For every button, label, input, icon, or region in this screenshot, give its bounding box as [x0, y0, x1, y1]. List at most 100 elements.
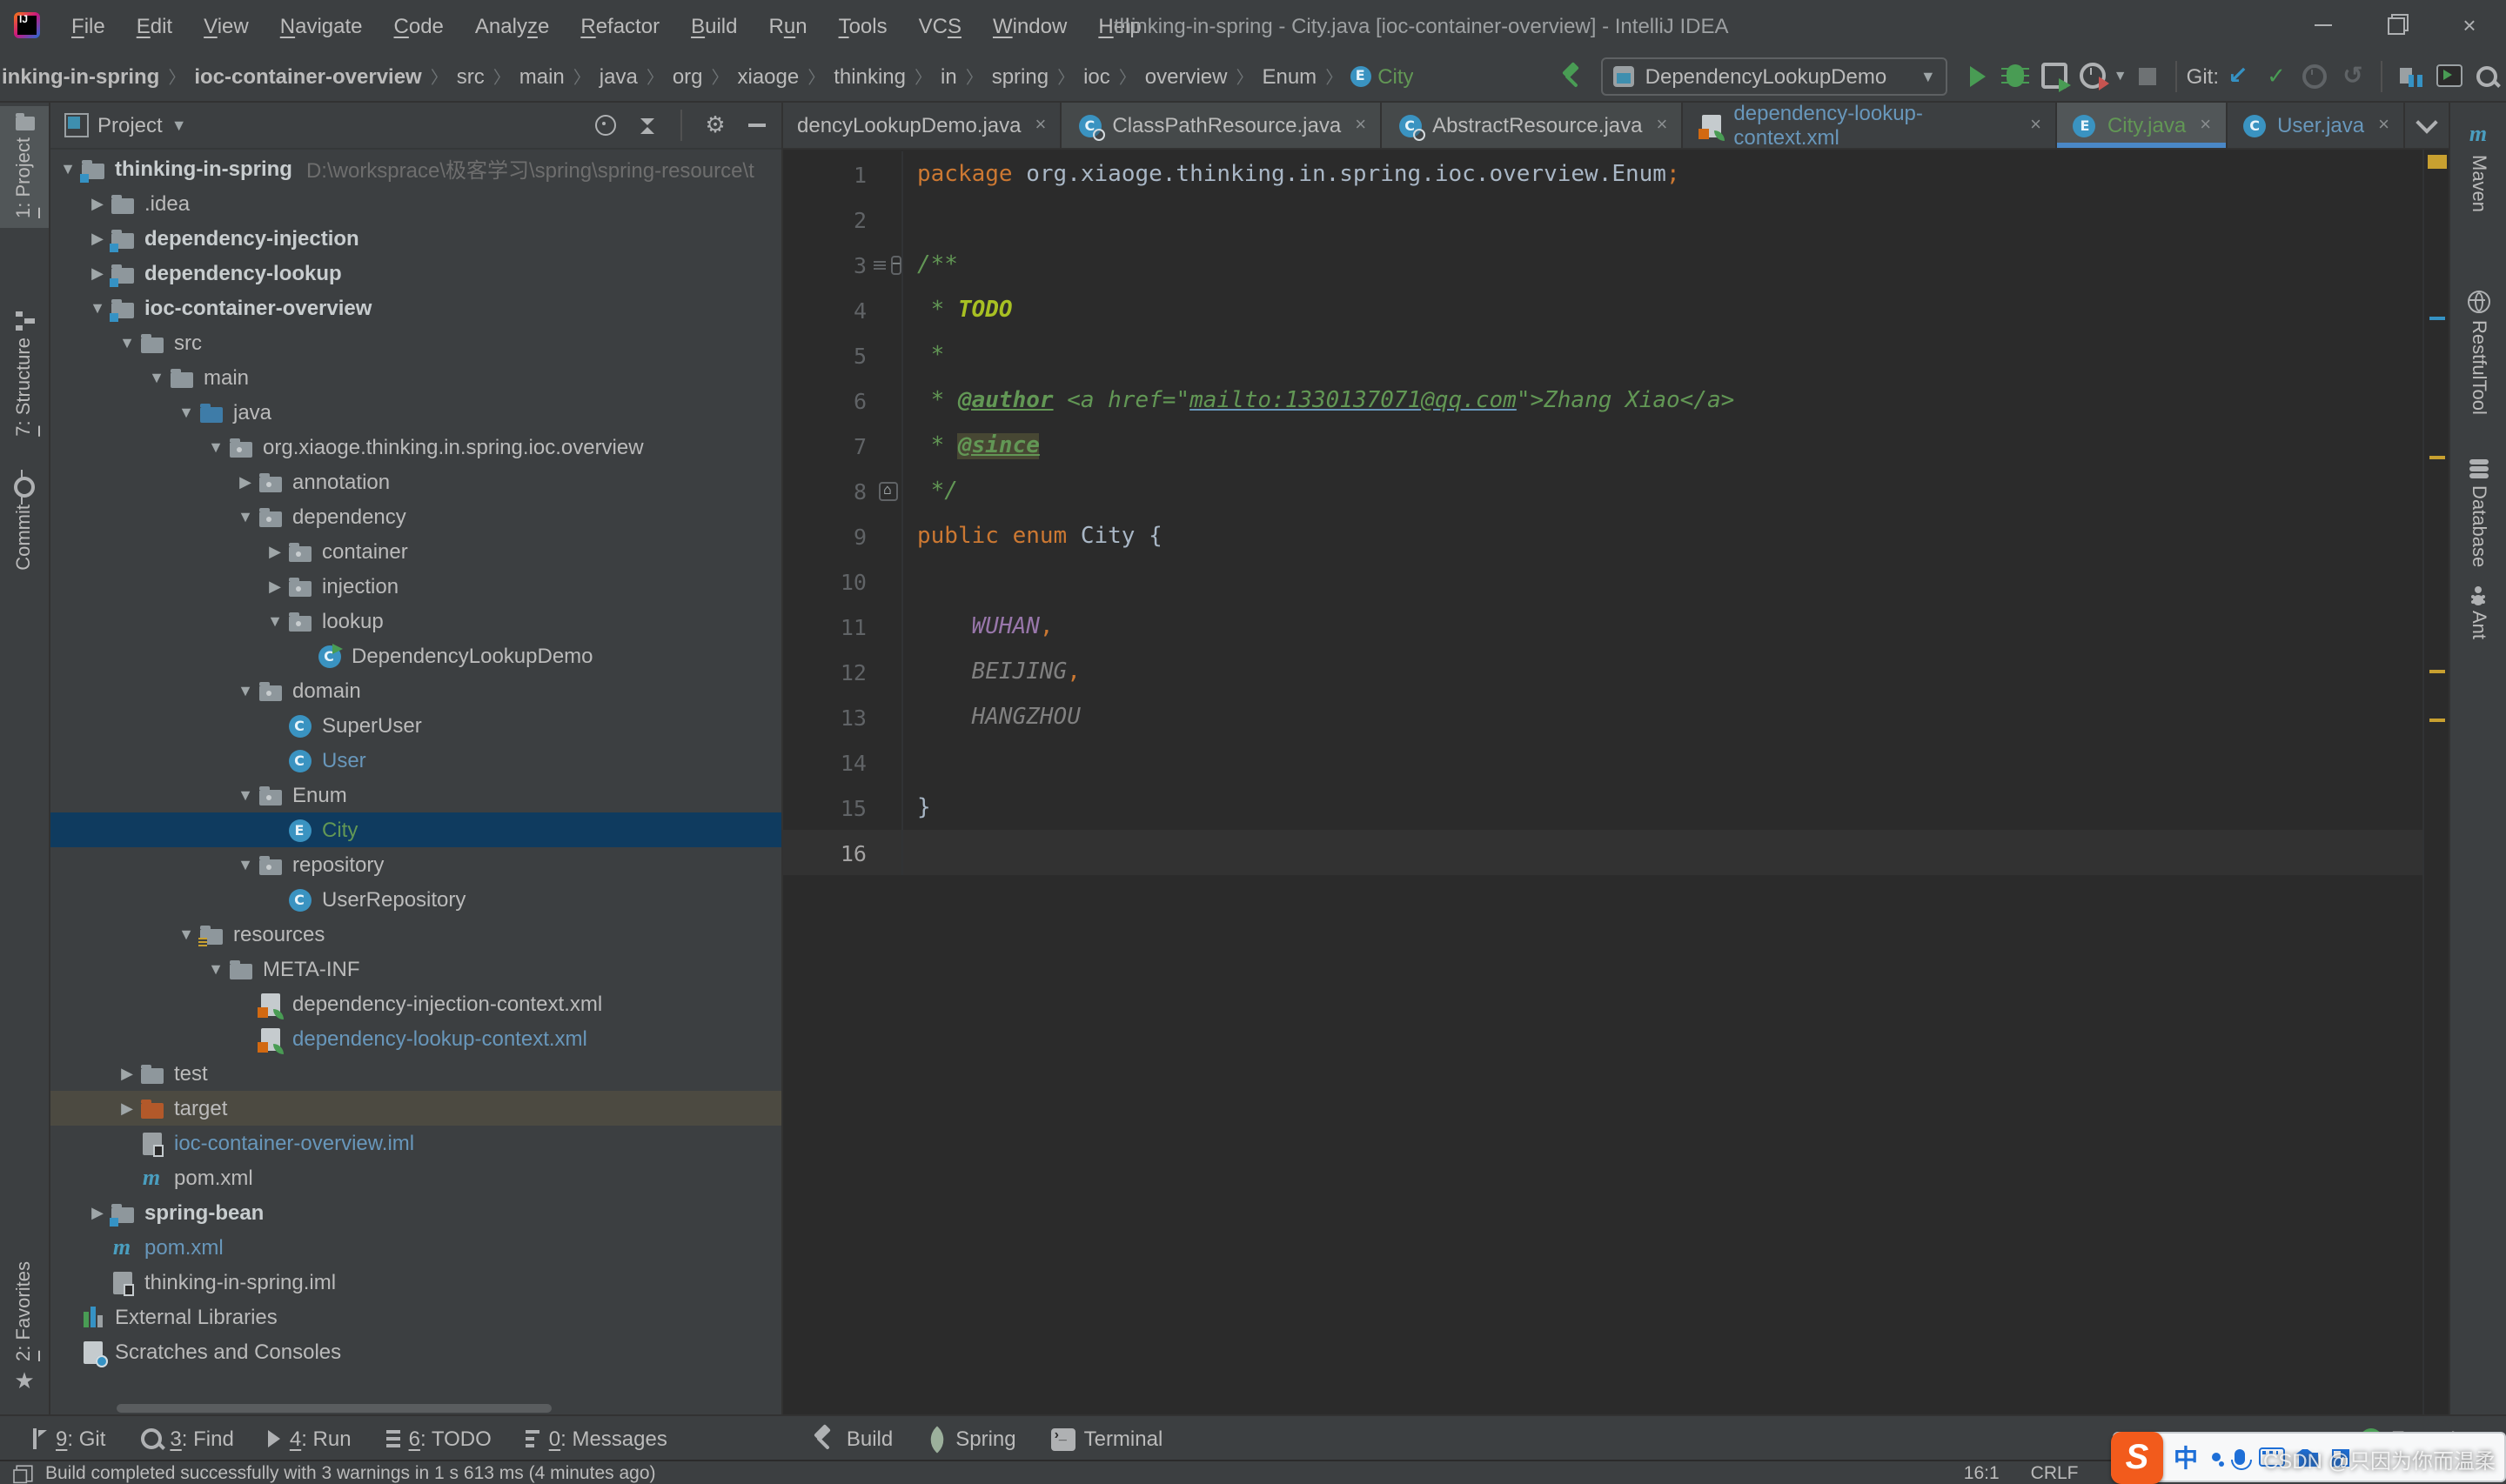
menu-tools[interactable]: Tools — [825, 8, 901, 43]
locate-file-icon[interactable] — [588, 108, 623, 143]
keyboard-icon[interactable] — [2259, 1447, 2285, 1467]
diff-icon[interactable] — [2391, 58, 2429, 93]
breadcrumb-item[interactable]: ioc-container-overview — [192, 64, 423, 88]
tree-row[interactable]: dependency-lookup-context.xml — [50, 1021, 781, 1056]
close-icon[interactable]: × — [2378, 115, 2389, 136]
tree-row[interactable]: ▼repository — [50, 847, 781, 882]
editor-tab[interactable]: CUser.java× — [2227, 103, 2405, 148]
sidebar-tab-ant[interactable]: Ant — [2450, 586, 2506, 639]
tool-button-spring[interactable]: Spring — [912, 1416, 1031, 1461]
tree-collapse-arrow[interactable]: ▼ — [205, 438, 226, 456]
tree-row[interactable]: ▼Enum — [50, 778, 781, 812]
tree-row[interactable]: mpom.xml — [50, 1230, 781, 1265]
horizontal-scrollbar[interactable] — [117, 1404, 552, 1413]
tree-row[interactable]: ECity — [50, 812, 781, 847]
breadcrumb-item[interactable]: thinking — [832, 64, 908, 88]
tree-row[interactable]: External Libraries — [50, 1300, 781, 1334]
tree-row[interactable]: ▼src — [50, 325, 781, 360]
tree-collapse-arrow[interactable]: ▼ — [146, 369, 167, 386]
microphone-icon[interactable] — [2235, 1449, 2245, 1465]
breadcrumb-item[interactable]: ioc — [1082, 64, 1112, 88]
close-icon[interactable]: × — [1035, 115, 1047, 136]
sidebar-tab-database[interactable]: Database — [2450, 459, 2506, 567]
tree-collapse-arrow[interactable]: ▼ — [235, 508, 256, 525]
close-button[interactable]: × — [2433, 0, 2506, 50]
tree-row[interactable]: ▼META-INF — [50, 952, 781, 986]
hidden-tabs-dropdown[interactable] — [2405, 103, 2449, 148]
tree-row[interactable]: dependency-injection-context.xml — [50, 986, 781, 1021]
close-icon[interactable]: × — [2200, 115, 2211, 136]
close-icon[interactable]: × — [1355, 115, 1366, 136]
tree-row[interactable]: CUserRepository — [50, 882, 781, 917]
stripe-warning-mark[interactable] — [2429, 719, 2445, 722]
tree-row[interactable]: ▼main — [50, 360, 781, 395]
tree-row[interactable]: ▶annotation — [50, 465, 781, 499]
code-editor[interactable]: 1package org.xiaoge.thinking.in.spring.i… — [783, 151, 2424, 875]
editor-tab[interactable]: ECity.java× — [2057, 103, 2227, 148]
error-stripe-scrollbar[interactable] — [2422, 150, 2449, 1416]
toolbox-icon[interactable] — [2332, 1448, 2349, 1466]
run-button[interactable] — [1959, 58, 1997, 93]
tree-row[interactable]: ▼ioc-container-overview — [50, 291, 781, 325]
breadcrumb-class-item[interactable]: ECity — [1350, 64, 1413, 88]
sogou-logo[interactable]: S — [2111, 1432, 2163, 1484]
sidebar-tab-restfultool[interactable]: RestfulTool — [2450, 291, 2506, 415]
editor-tab[interactable]: dependency-lookup-context.xml× — [1683, 103, 2057, 148]
sidebar-tab-favorites[interactable]: 2: Favorites ★ — [0, 1260, 49, 1395]
tree-collapse-arrow[interactable]: ▼ — [235, 856, 256, 873]
breadcrumb-item[interactable]: main — [518, 64, 566, 88]
breadcrumb-item[interactable]: in — [939, 64, 959, 88]
tree-row[interactable]: ▼thinking-in-springD:\worksprace\极客学习\sp… — [50, 151, 781, 186]
tree-collapse-arrow[interactable]: ▼ — [205, 960, 226, 978]
stripe-info-mark[interactable] — [2429, 317, 2445, 320]
debug-button[interactable] — [1997, 58, 2035, 93]
editor-tab[interactable]: dencyLookupDemo.java× — [783, 103, 1062, 148]
menu-build[interactable]: Build — [677, 8, 751, 43]
breadcrumb-item[interactable]: spring — [990, 64, 1050, 88]
tool-button-todo[interactable]: 6: TODO — [371, 1416, 507, 1461]
tree-row[interactable]: ▶dependency-injection — [50, 221, 781, 256]
tree-collapse-arrow[interactable]: ▼ — [176, 404, 197, 421]
breadcrumb-item[interactable]: xiaoge — [736, 64, 801, 88]
tree-row[interactable]: ioc-container-overview.iml — [50, 1126, 781, 1160]
tool-window-toggle-icon[interactable] — [16, 1464, 32, 1481]
collapse-all-icon[interactable] — [630, 108, 665, 143]
stripe-warning-mark[interactable] — [2428, 155, 2447, 169]
tree-collapse-arrow[interactable]: ▼ — [117, 334, 137, 351]
close-icon[interactable]: × — [1657, 115, 1668, 136]
tree-row[interactable]: thinking-in-spring.iml — [50, 1265, 781, 1300]
breadcrumb-item[interactable]: java — [598, 64, 640, 88]
tree-expand-arrow[interactable]: ▶ — [235, 472, 256, 491]
tree-row[interactable]: ▼resources — [50, 917, 781, 952]
tree-collapse-arrow[interactable]: ▼ — [235, 786, 256, 804]
tree-row[interactable]: CUser — [50, 743, 781, 778]
menu-refactor[interactable]: Refactor — [566, 8, 673, 43]
ime-punctuation-icon[interactable] — [2212, 1453, 2221, 1461]
tree-row[interactable]: mpom.xml — [50, 1160, 781, 1195]
menu-edit[interactable]: Edit — [123, 8, 186, 43]
sidebar-tab-project[interactable]: 1: Project — [0, 106, 49, 229]
tree-expand-arrow[interactable]: ▶ — [117, 1064, 137, 1083]
tree-expand-arrow[interactable]: ▶ — [87, 264, 108, 283]
profiler-button[interactable] — [2074, 58, 2112, 93]
sidebar-tab-structure[interactable]: 7: Structure — [0, 311, 49, 437]
tree-collapse-arrow[interactable]: ▼ — [57, 160, 78, 177]
tree-row[interactable]: ▶injection — [50, 569, 781, 604]
search-everywhere-icon[interactable] — [2468, 58, 2506, 93]
tool-button-find[interactable]: 3: Find — [124, 1416, 249, 1461]
stripe-warning-mark[interactable] — [2429, 456, 2445, 459]
build-hammer-icon[interactable] — [1553, 58, 1591, 93]
tool-button-run[interactable]: 4: Run — [253, 1416, 367, 1461]
tree-collapse-arrow[interactable]: ▼ — [176, 926, 197, 943]
tree-collapse-arrow[interactable]: ▼ — [235, 682, 256, 699]
tree-row[interactable]: ▶container — [50, 534, 781, 569]
tree-row[interactable]: Scratches and Consoles — [50, 1334, 781, 1369]
tree-row[interactable]: ▶spring-bean — [50, 1195, 781, 1230]
menu-run[interactable]: Run — [754, 8, 821, 43]
tree-row[interactable]: ▶.idea — [50, 186, 781, 221]
coverage-button[interactable] — [2035, 58, 2074, 93]
line-separator[interactable]: CRLF — [2031, 1462, 2079, 1483]
menu-analyze[interactable]: Analyze — [461, 8, 563, 43]
profiler-dropdown-icon[interactable]: ▼ — [2112, 58, 2129, 93]
tree-expand-arrow[interactable]: ▶ — [117, 1099, 137, 1118]
